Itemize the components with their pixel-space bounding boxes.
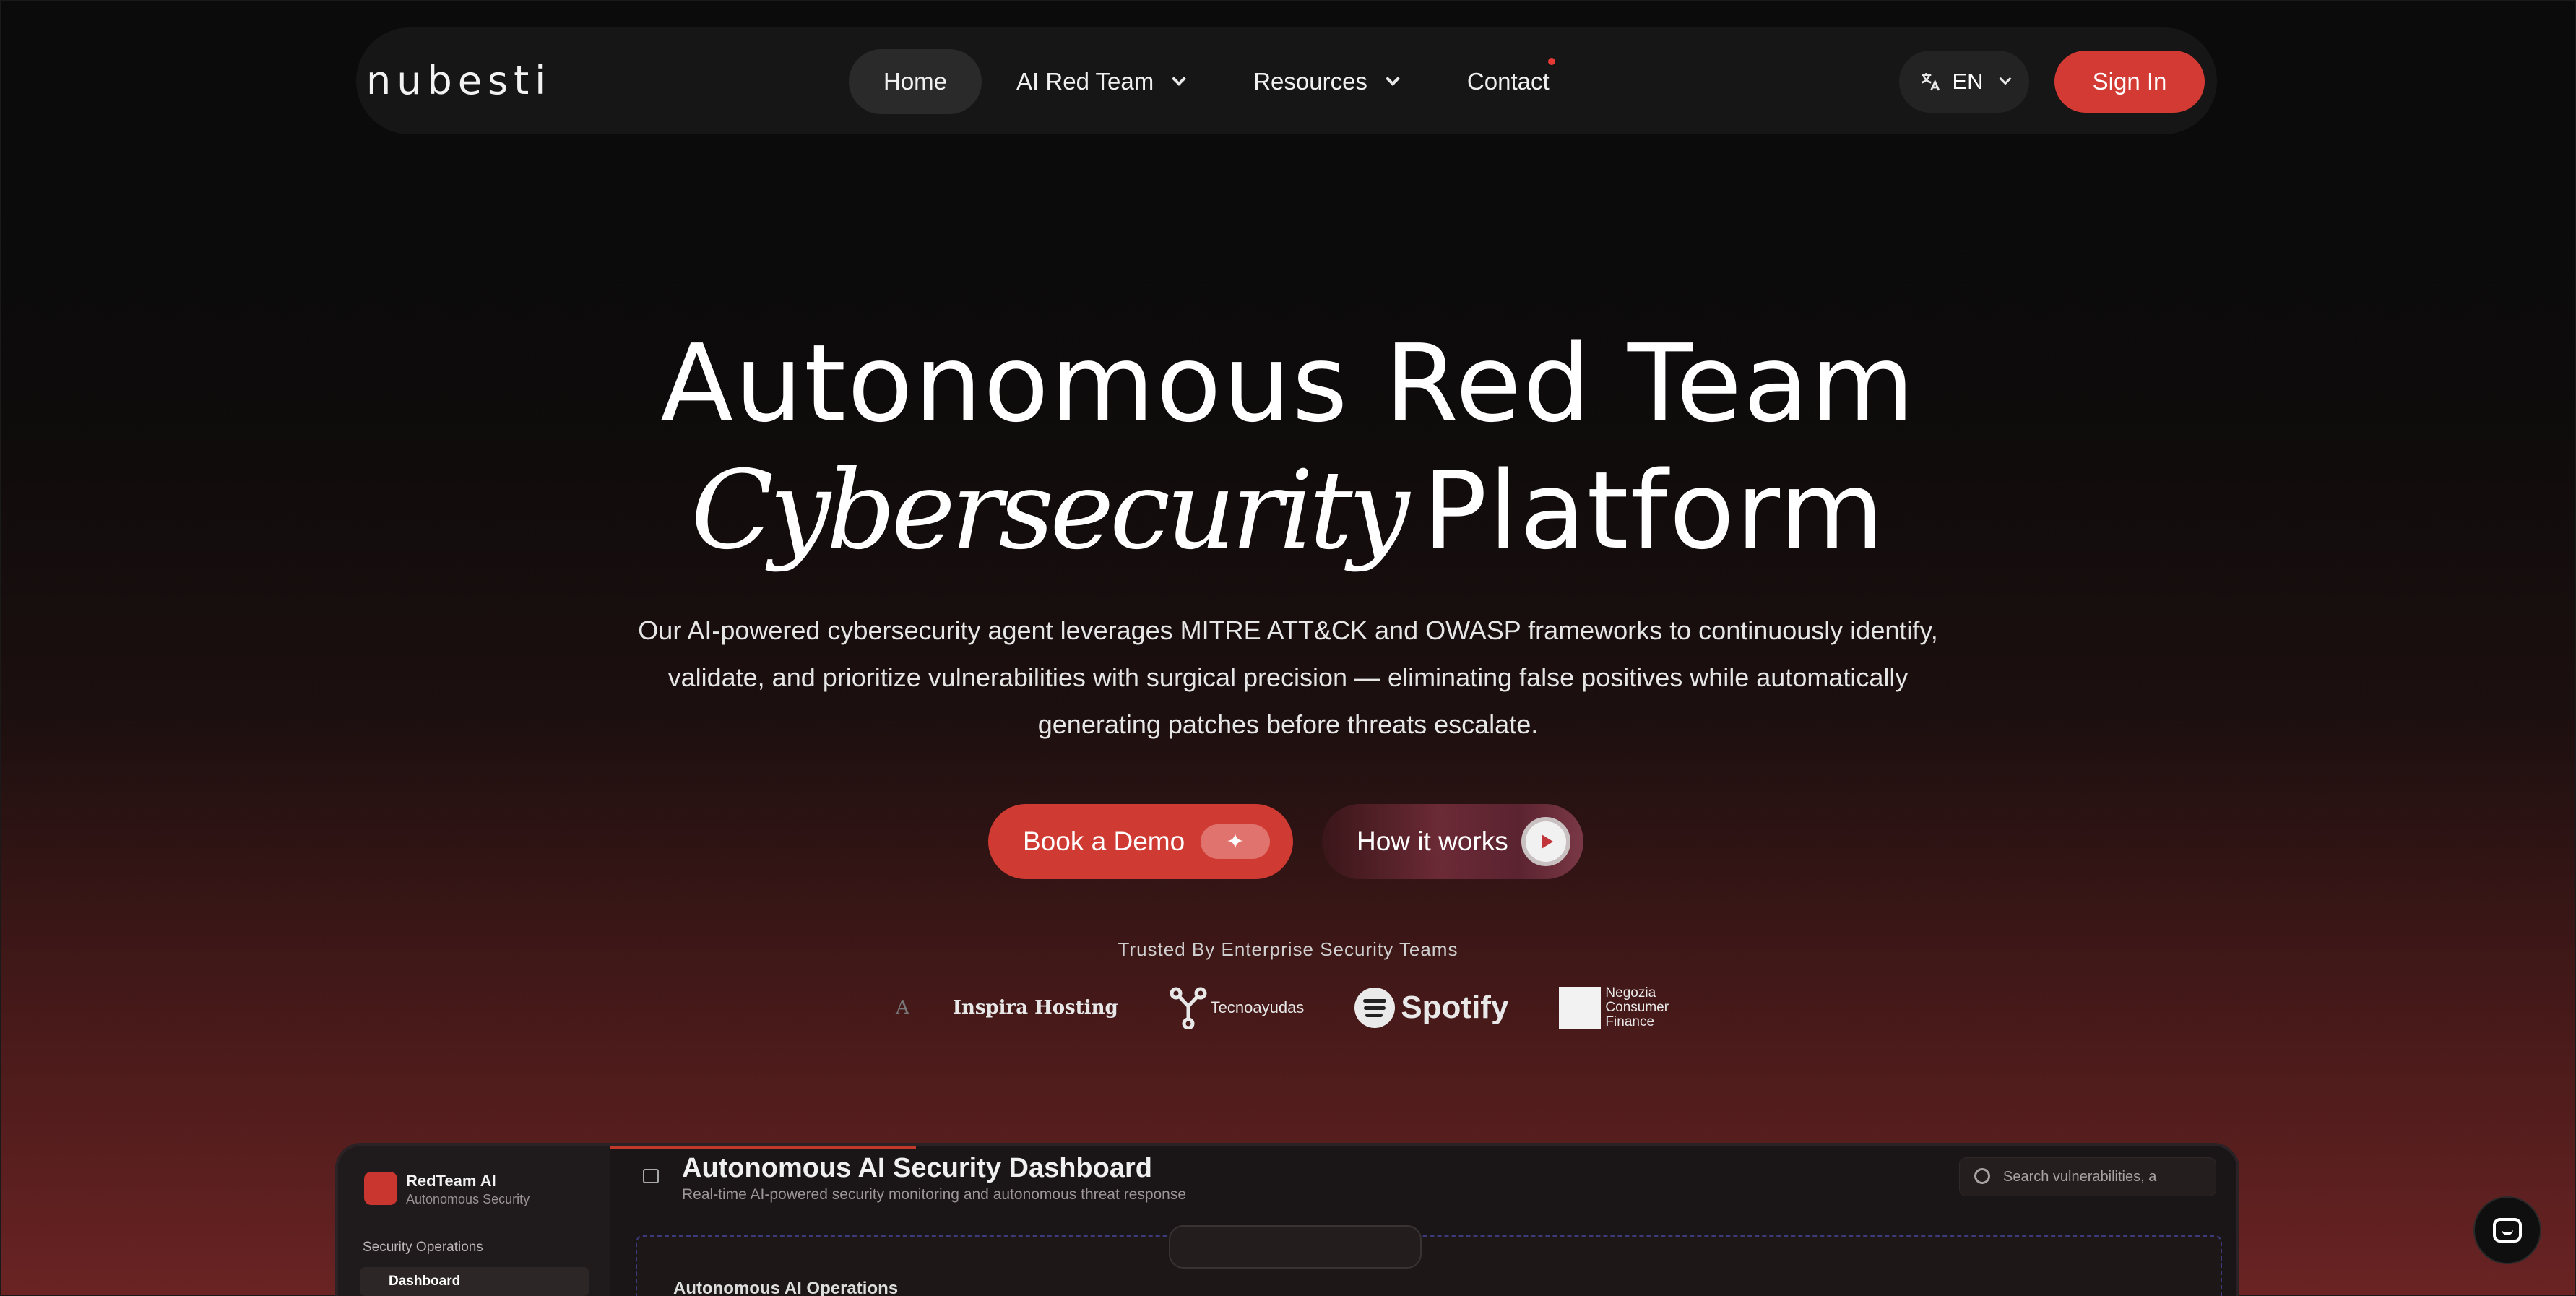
how-it-works-label: How it works: [1357, 826, 1508, 856]
sidebar-item-dashboard[interactable]: Dashboard: [360, 1267, 589, 1296]
nav-contact[interactable]: Contact: [1432, 49, 1584, 114]
nav-home-label: Home: [883, 68, 948, 95]
chevron-down-icon: [1172, 72, 1187, 86]
shield-icon: [364, 1172, 397, 1205]
nav-home[interactable]: Home: [849, 49, 982, 114]
negozia-line: Consumer: [1605, 1000, 1669, 1015]
nav-resources-label: Resources: [1253, 68, 1367, 95]
dashboard-subtitle: Real-time AI-powered security monitoring…: [682, 1186, 1187, 1203]
chat-widget-button[interactable]: [2473, 1196, 2541, 1264]
search-icon: [1974, 1168, 1990, 1184]
hero-subtitle-line: Our AI-powered cybersecurity agent lever…: [638, 615, 1938, 645]
chat-icon: [2493, 1218, 2522, 1243]
nav-contact-label: Contact: [1466, 68, 1550, 95]
nav-ai-red-team-label: AI Red Team: [1016, 68, 1154, 95]
sign-in-button[interactable]: Sign In: [2054, 51, 2205, 113]
dashboard-brand: RedTeam AI: [406, 1172, 496, 1190]
sidebar-item-label: Dashboard: [389, 1274, 461, 1289]
how-it-works-button[interactable]: How it works: [1322, 804, 1583, 879]
client-logos: A Inspira Hosting Tecnoayudas Spotify Ne…: [896, 979, 1719, 1037]
negozia-line: Finance: [1605, 1014, 1655, 1029]
translate-icon: [1922, 73, 1940, 91]
nav-links: Home AI Red Team Resources Contact: [849, 49, 1584, 114]
hero-title-line1: Autonomous Red Team: [660, 321, 1916, 446]
inspira-hosting-logo: Inspira Hosting: [952, 997, 1118, 1019]
ai-operations-panel: Autonomous AI Operations: [636, 1235, 2222, 1296]
dashboard-sidebar: RedTeam AI Autonomous Security Security …: [338, 1146, 610, 1296]
notification-dot: [1547, 58, 1555, 65]
sidebar-toggle-icon[interactable]: [643, 1169, 659, 1183]
dashboard-search-input[interactable]: Search vulnerabilities, a: [1959, 1157, 2216, 1196]
book-demo-button[interactable]: Book a Demo ✦: [988, 804, 1293, 879]
nubesti-logo[interactable]: nubesti: [366, 59, 551, 103]
tecnoayudas-label: Tecnoayudas: [1210, 998, 1305, 1016]
chevron-down-icon: [1999, 72, 2012, 85]
dashboard-title: Autonomous AI Security Dashboard: [682, 1153, 1152, 1183]
sparkle-icon: ✦: [1201, 824, 1270, 859]
faded-logo: A: [896, 997, 909, 1019]
dashboard-brand-sub: Autonomous Security: [406, 1192, 530, 1206]
chevron-down-icon: [1386, 72, 1400, 86]
panel-title: Autonomous AI Operations: [673, 1279, 899, 1296]
play-icon: [1521, 817, 1570, 866]
nav-ai-red-team[interactable]: AI Red Team: [982, 49, 1219, 114]
negozia-line: Negozia: [1605, 985, 1656, 1001]
dashboard-toolbar[interactable]: [1169, 1225, 1422, 1269]
sidebar-section-title: Security Operations: [363, 1240, 483, 1255]
dashboard-preview: RedTeam AI Autonomous Security Security …: [335, 1143, 2239, 1296]
top-navbar: nubesti Home AI Red Team Resources Conta…: [356, 27, 2217, 134]
hero-title-line2: Cybersecurity Platform: [0, 448, 2576, 574]
spotify-label: Spotify: [1401, 990, 1509, 1025]
tecnoayudas-mark-icon: [1170, 987, 1207, 1029]
book-demo-label: Book a Demo: [1023, 826, 1185, 856]
language-selector[interactable]: EN: [1899, 51, 2029, 113]
hero-title-italic: Cybersecurity: [691, 448, 1409, 574]
trusted-by-label: Trusted By Enterprise Security Teams: [1118, 938, 1458, 960]
negozia-text: Negozia Consumer Finance: [1605, 986, 1669, 1029]
negozia-logo: Negozia Consumer Finance: [1559, 986, 1669, 1029]
hero-subtitle-line: generating patches before threats escala…: [1037, 709, 1539, 739]
spotify-icon: [1354, 988, 1396, 1028]
search-placeholder: Search vulnerabilities, a: [2003, 1168, 2157, 1185]
nav-resources[interactable]: Resources: [1219, 49, 1432, 114]
negozia-mark-icon: [1559, 987, 1602, 1029]
hero-subtitle-line: validate, and prioritize vulnerabilities…: [667, 662, 1909, 692]
language-label: EN: [1952, 69, 1984, 94]
tecnoayudas-logo: Tecnoayudas: [1169, 986, 1305, 1029]
hero-title-rest: Platform: [1422, 449, 1885, 573]
spotify-logo: Spotify: [1354, 988, 1508, 1028]
hero-subtitle: Our AI-powered cybersecurity agent lever…: [621, 607, 1955, 748]
